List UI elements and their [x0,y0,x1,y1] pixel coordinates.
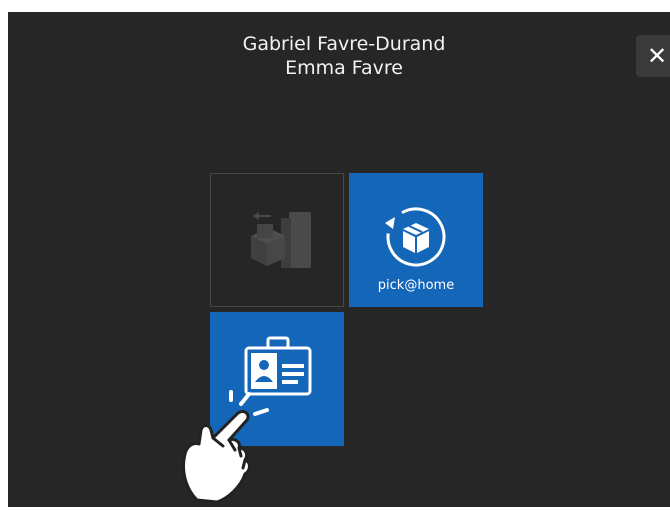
customer-name-secondary: Emma Favre [285,57,403,79]
dialog-screen: Gabriel Favre-Durand Emma Favre ✕ pick@h… [8,12,670,507]
tile-pick-at-home-label: pick@home [377,278,455,293]
customer-name-primary: Gabriel Favre-Durand [242,33,446,55]
box-return-icon [251,212,311,268]
close-button[interactable]: ✕ [636,35,670,77]
customer-names: Gabriel Favre-Durand Emma Favre [8,32,670,80]
tile-pick-at-home[interactable]: pick@home [349,173,483,307]
close-icon: ✕ [646,42,668,70]
hand-pointer-icon [182,390,269,504]
tile-return-package [210,173,344,307]
box-cycle-icon [385,207,446,267]
